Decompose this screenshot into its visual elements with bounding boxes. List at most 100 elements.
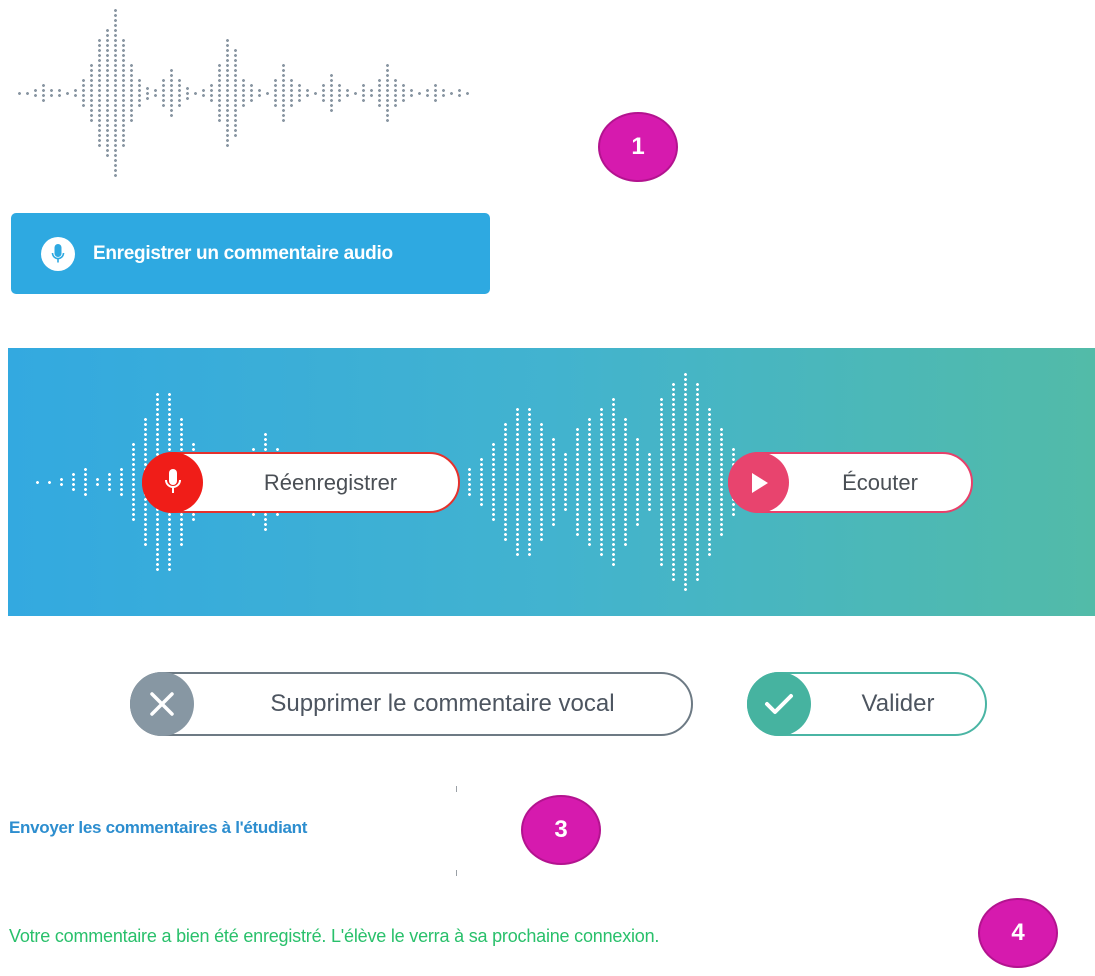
record-audio-comment-button[interactable]: Enregistrer un commentaire audio: [11, 213, 490, 294]
waveform-bar: [146, 85, 149, 101]
waveform-bar: [154, 88, 157, 98]
audio-player-panel: Réenregistrer Écouter: [8, 348, 1095, 616]
waveform-bar: [34, 88, 37, 98]
waveform-bar: [98, 38, 101, 148]
waveform-bar: [576, 427, 579, 537]
waveform-bar: [74, 88, 77, 98]
close-icon: [130, 672, 194, 736]
waveform-bar: [434, 83, 437, 103]
waveform-bar: [338, 83, 341, 103]
waveform-bar: [648, 452, 651, 512]
waveform-bar: [194, 90, 197, 96]
waveform-bar: [346, 88, 349, 98]
waveform-bar: [612, 397, 615, 567]
play-icon: [728, 452, 789, 513]
waveform-bar: [50, 88, 53, 98]
waveform-bar: [42, 83, 45, 103]
waveform-preview: [12, 5, 492, 185]
rerecord-button[interactable]: Réenregistrer: [142, 452, 460, 513]
send-comments-link[interactable]: Envoyer les commentaires à l'étudiant: [9, 818, 307, 838]
waveform-bar: [178, 78, 181, 108]
waveform-bar: [130, 63, 133, 123]
step-badge-1: 1: [598, 112, 678, 182]
step-badge-3-label: 3: [554, 816, 568, 843]
waveform-bar: [492, 442, 495, 522]
waveform-bar: [218, 63, 221, 123]
divider-mark: [456, 870, 457, 876]
waveform-bar: [122, 38, 125, 148]
waveform-bar: [442, 88, 445, 98]
microphone-icon: [142, 452, 203, 513]
waveform-bar: [250, 83, 253, 103]
waveform-bar: [480, 457, 483, 507]
validate-button[interactable]: Valider: [747, 672, 987, 736]
waveform-bar: [600, 407, 603, 557]
waveform-bar: [132, 442, 135, 522]
waveform-bar: [138, 78, 141, 108]
validate-label: Valider: [861, 690, 935, 717]
waveform-bar: [468, 467, 471, 497]
waveform-bar: [202, 88, 205, 98]
waveform-bar: [426, 88, 429, 98]
waveform-bar: [90, 63, 93, 123]
waveform-bar: [450, 90, 453, 96]
waveform-bar: [588, 417, 591, 547]
waveform-bar: [226, 38, 229, 148]
waveform-bar: [234, 48, 237, 138]
waveform-bar: [720, 427, 723, 537]
waveform-bar: [504, 422, 507, 542]
waveform-bar: [696, 382, 699, 582]
waveform-bar: [274, 78, 277, 108]
rerecord-label: Réenregistrer: [263, 469, 398, 495]
waveform-bar: [354, 90, 357, 96]
waveform-bar: [84, 467, 87, 497]
divider-mark: [456, 786, 457, 792]
waveform-bar: [322, 83, 325, 103]
waveform-bar: [18, 90, 21, 96]
waveform-bar: [394, 78, 397, 108]
waveform-bar: [684, 372, 687, 592]
listen-label: Écouter: [842, 469, 918, 495]
record-button-label: Enregistrer un commentaire audio: [93, 242, 393, 264]
waveform-bar: [660, 397, 663, 567]
waveform-bar: [114, 8, 117, 178]
waveform-bar: [48, 479, 51, 485]
waveform-bar: [282, 63, 285, 123]
waveform-bar: [540, 422, 543, 542]
waveform-bar: [186, 85, 189, 101]
delete-label: Supprimer le commentaire vocal: [270, 690, 615, 717]
step-badge-4: 4: [978, 898, 1058, 968]
waveform-bar: [298, 83, 301, 103]
step-badge-4-label: 4: [1011, 919, 1025, 946]
waveform-bar: [552, 437, 555, 527]
waveform-bar: [362, 83, 365, 103]
waveform-bar: [210, 83, 213, 103]
delete-voice-comment-button[interactable]: Supprimer le commentaire vocal: [130, 672, 693, 736]
waveform-bar: [564, 452, 567, 512]
waveform-bar: [386, 63, 389, 123]
waveform-bar: [26, 90, 29, 96]
waveform-bar: [624, 417, 627, 547]
microphone-icon: [41, 236, 75, 271]
waveform-bar: [266, 90, 269, 96]
waveform-bar: [528, 407, 531, 557]
waveform-bar: [242, 78, 245, 108]
confirmation-message: Votre commentaire a bien été enregistré.…: [9, 926, 660, 946]
waveform-bar: [306, 88, 309, 98]
waveform-bar: [330, 73, 333, 113]
waveform-bar: [290, 78, 293, 108]
waveform-bar: [378, 78, 381, 108]
waveform-bar: [66, 90, 69, 96]
listen-button[interactable]: Écouter: [728, 452, 973, 513]
waveform-bar: [466, 90, 469, 96]
waveform-bar: [162, 78, 165, 108]
waveform-bar: [410, 88, 413, 98]
waveform-bar: [96, 477, 99, 487]
waveform-bar: [418, 90, 421, 96]
waveform-bar: [72, 472, 75, 492]
waveform-bar: [370, 88, 373, 98]
waveform-bar: [106, 28, 109, 158]
waveform-bar: [60, 477, 63, 487]
step-badge-1-label: 1: [631, 133, 645, 160]
waveform-bar: [708, 407, 711, 557]
